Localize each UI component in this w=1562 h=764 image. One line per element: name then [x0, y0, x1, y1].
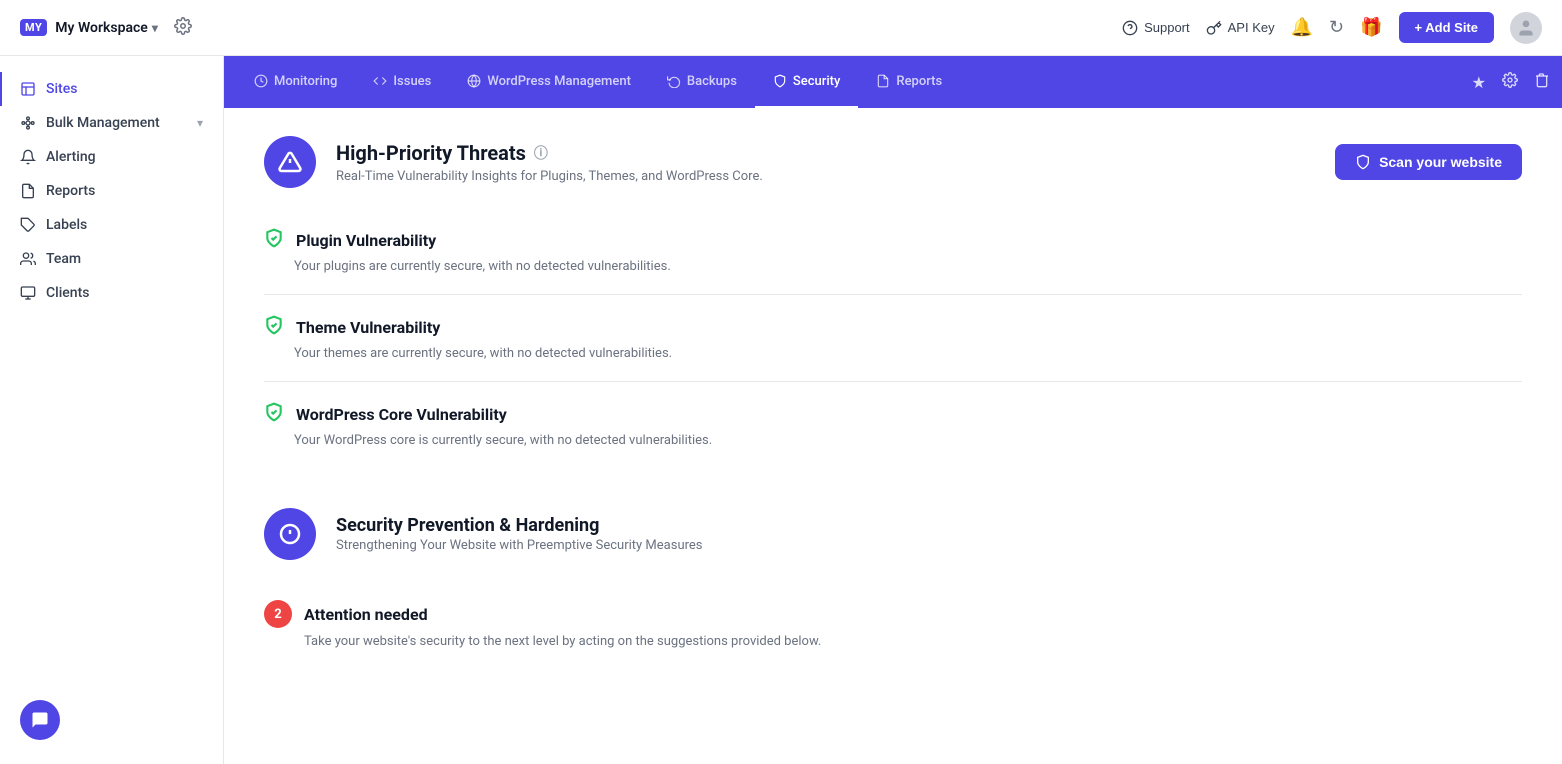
app-body: Sites Bulk Management ▾ Alerting Reports…: [0, 56, 1562, 764]
trash-icon[interactable]: [1534, 72, 1550, 92]
theme-vulnerability-item: Theme Vulnerability Your themes are curr…: [264, 295, 1522, 382]
chat-button[interactable]: [20, 700, 60, 740]
high-priority-icon: [264, 136, 316, 188]
avatar[interactable]: [1510, 12, 1542, 44]
attention-header: 2 Attention needed: [264, 600, 1522, 628]
sidebar-item-team[interactable]: Team: [0, 242, 223, 276]
sidebar-item-alerting[interactable]: Alerting: [0, 140, 223, 174]
nav-tabs: Monitoring Issues WordPress Management B…: [224, 56, 1562, 108]
refresh-icon[interactable]: ↻: [1329, 17, 1344, 38]
header-actions: Support API Key 🔔 ↻ 🎁 + Add Site: [1122, 12, 1542, 44]
sidebar-item-reports[interactable]: Reports: [0, 174, 223, 208]
tab-actions: ★: [1472, 72, 1550, 92]
workspace-section: MY My Workspace ▾: [20, 17, 192, 39]
page-content: High-Priority Threats ⓘ Real-Time Vulner…: [224, 108, 1562, 764]
attention-badge: 2: [264, 600, 292, 628]
star-icon[interactable]: ★: [1472, 73, 1486, 92]
tab-security[interactable]: Security: [755, 56, 858, 108]
api-key-button[interactable]: API Key: [1206, 20, 1275, 36]
settings-icon[interactable]: [174, 17, 192, 39]
sidebar-item-sites[interactable]: Sites: [0, 72, 223, 106]
shield-check-icon-2: [264, 315, 284, 340]
tab-monitoring[interactable]: Monitoring: [236, 56, 355, 108]
high-priority-header-left: High-Priority Threats ⓘ Real-Time Vulner…: [264, 136, 763, 188]
scan-website-button[interactable]: Scan your website: [1335, 144, 1522, 180]
sidebar: Sites Bulk Management ▾ Alerting Reports…: [0, 56, 224, 764]
workspace-badge: MY: [20, 19, 47, 36]
tab-wordpress-management[interactable]: WordPress Management: [449, 56, 649, 108]
sidebar-item-clients[interactable]: Clients: [0, 276, 223, 310]
tab-issues[interactable]: Issues: [355, 56, 449, 108]
tab-reports[interactable]: Reports: [858, 56, 960, 108]
bulk-management-expand: Bulk Management ▾: [46, 115, 203, 131]
prevention-section: Security Prevention & Hardening Strength…: [224, 488, 1562, 600]
shield-check-icon: [264, 228, 284, 253]
attention-section: 2 Attention needed Take your website's s…: [224, 600, 1562, 669]
info-icon[interactable]: ⓘ: [534, 143, 548, 163]
shield-check-icon-3: [264, 402, 284, 427]
gift-icon[interactable]: 🎁: [1360, 17, 1382, 38]
expand-icon: ▾: [197, 116, 203, 130]
support-button[interactable]: Support: [1122, 20, 1190, 36]
workspace-name[interactable]: My Workspace ▾: [55, 20, 158, 36]
vulnerability-list: Plugin Vulnerability Your plugins are cu…: [224, 208, 1562, 488]
chevron-down-icon: ▾: [152, 21, 158, 35]
notifications-icon[interactable]: 🔔: [1291, 17, 1313, 38]
theme-vuln-header: Theme Vulnerability: [264, 315, 1522, 340]
high-priority-desc: Real-Time Vulnerability Insights for Plu…: [336, 169, 763, 184]
core-vuln-header: WordPress Core Vulnerability: [264, 402, 1522, 427]
main-content: Monitoring Issues WordPress Management B…: [224, 56, 1562, 764]
high-priority-section: High-Priority Threats ⓘ Real-Time Vulner…: [224, 108, 1562, 208]
prevention-header: Security Prevention & Hardening Strength…: [264, 508, 1522, 560]
prevention-title-group: Security Prevention & Hardening Strength…: [336, 515, 703, 553]
high-priority-title-group: High-Priority Threats ⓘ Real-Time Vulner…: [336, 141, 763, 184]
settings-tab-icon[interactable]: [1502, 72, 1518, 92]
plugin-vulnerability-item: Plugin Vulnerability Your plugins are cu…: [264, 208, 1522, 295]
high-priority-title: High-Priority Threats ⓘ: [336, 141, 763, 165]
sidebar-item-labels[interactable]: Labels: [0, 208, 223, 242]
add-site-button[interactable]: + Add Site: [1399, 12, 1494, 43]
prevention-icon: [264, 508, 316, 560]
top-header: MY My Workspace ▾ Support API Key 🔔 ↻ 🎁 …: [0, 0, 1562, 56]
sidebar-item-bulk-management[interactable]: Bulk Management ▾: [0, 106, 223, 140]
tab-backups[interactable]: Backups: [649, 56, 755, 108]
core-vulnerability-item: WordPress Core Vulnerability Your WordPr…: [264, 382, 1522, 468]
plugin-vuln-header: Plugin Vulnerability: [264, 228, 1522, 253]
